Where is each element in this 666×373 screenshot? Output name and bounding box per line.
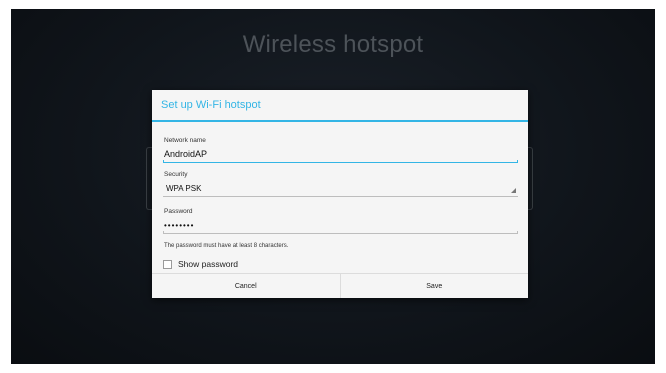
dialog-title: Set up Wi-Fi hotspot xyxy=(161,99,261,111)
network-name-underline xyxy=(163,162,518,163)
dialog-header: Set up Wi-Fi hotspot xyxy=(152,90,528,122)
security-underline xyxy=(163,196,518,197)
dropdown-corner-arrow-icon xyxy=(511,188,516,193)
wifi-hotspot-dialog: Set up Wi-Fi hotspot Network name Securi… xyxy=(152,90,528,298)
network-name-underline-left-tick xyxy=(163,160,164,163)
password-label: Password xyxy=(164,208,193,215)
show-password-checkbox[interactable] xyxy=(163,259,172,269)
dialog-button-bar: Cancel Save xyxy=(152,273,528,298)
password-underline-left-tick xyxy=(163,231,164,234)
network-name-input[interactable] xyxy=(163,147,518,161)
screen: Wireless hotspot Set up Wi-Fi hotspot Ne… xyxy=(11,9,655,364)
save-button[interactable]: Save xyxy=(339,274,529,298)
security-select[interactable]: WPA PSK xyxy=(163,181,518,195)
password-underline xyxy=(163,233,518,234)
show-password-row[interactable]: Show password xyxy=(163,259,238,269)
cancel-button[interactable]: Cancel xyxy=(152,274,340,298)
network-name-underline-right-tick xyxy=(517,160,518,163)
password-input[interactable] xyxy=(163,218,518,232)
password-underline-right-tick xyxy=(517,231,518,234)
security-selected-value: WPA PSK xyxy=(166,183,202,193)
password-hint: The password must have at least 8 charac… xyxy=(164,243,289,249)
security-label: Security xyxy=(164,171,188,178)
network-name-label: Network name xyxy=(164,137,206,144)
background-page-title: Wireless hotspot xyxy=(242,31,424,58)
show-password-label: Show password xyxy=(178,259,239,269)
